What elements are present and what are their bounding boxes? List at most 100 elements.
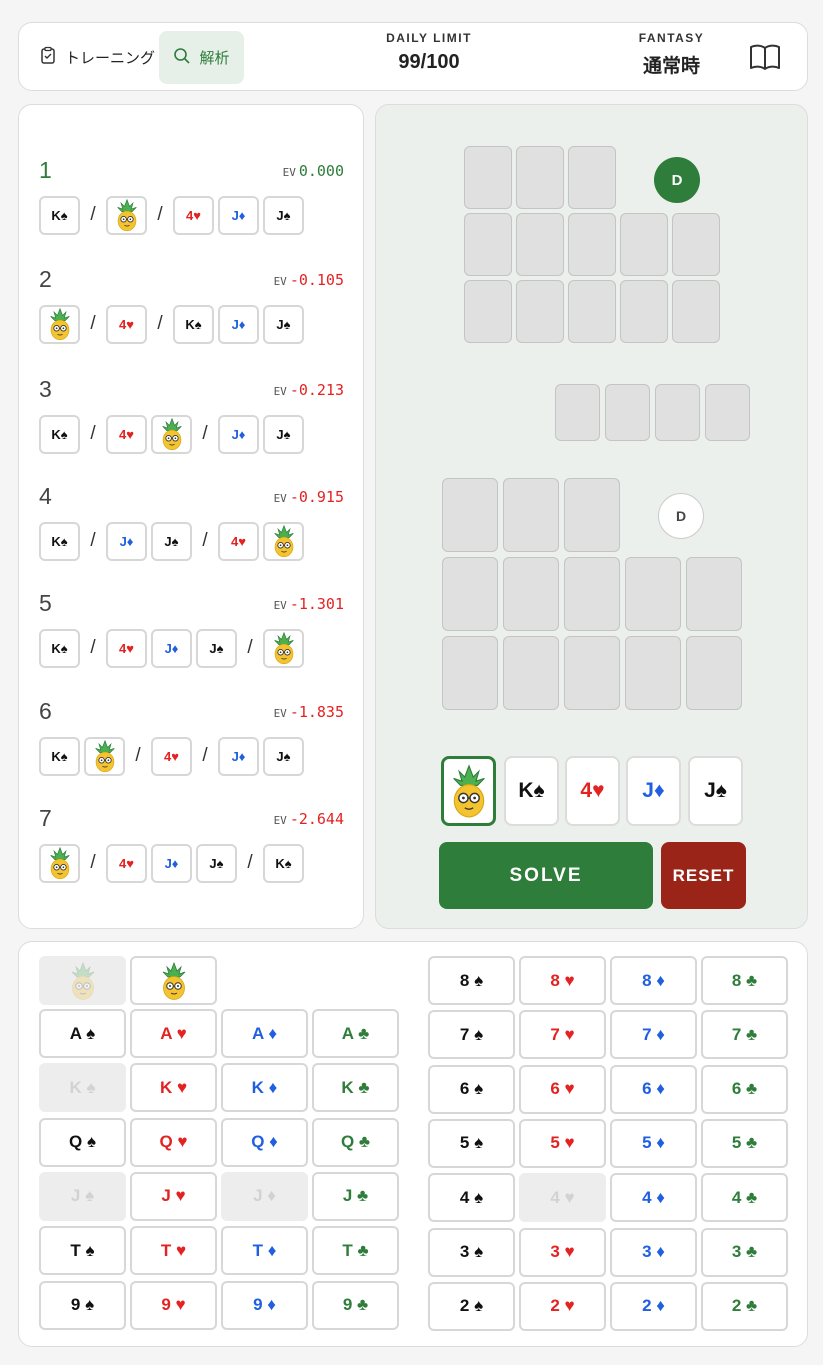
deck-card[interactable]: 5 ♠ xyxy=(428,1118,515,1168)
ev-value: -0.105 xyxy=(289,271,344,289)
deck-card[interactable]: 9 ♣ xyxy=(312,1280,399,1330)
top-player-back-slot[interactable] xyxy=(464,280,512,343)
my-back-slot[interactable] xyxy=(503,636,559,710)
top-player-middle-slot[interactable] xyxy=(672,213,720,276)
top-player-back-slot[interactable] xyxy=(568,280,616,343)
deck-card[interactable]: Q ♥ xyxy=(130,1117,217,1167)
top-player-back-slot[interactable] xyxy=(516,280,564,343)
deck-card[interactable]: K ♣ xyxy=(312,1063,399,1113)
solve-button[interactable]: SOLVE xyxy=(439,842,653,909)
deck-card[interactable]: 5 ♥ xyxy=(519,1118,606,1168)
hand-card-joker[interactable] xyxy=(441,756,496,826)
deck-card[interactable]: 9 ♦ xyxy=(221,1280,308,1330)
deck-card[interactable]: 2 ♦ xyxy=(610,1281,697,1331)
deck-card[interactable]: T ♦ xyxy=(221,1226,308,1276)
top-player-middle-slot[interactable] xyxy=(620,213,668,276)
deck-card[interactable]: A ♣ xyxy=(312,1009,399,1058)
top-player-front-slot[interactable] xyxy=(568,146,616,209)
discard-slot[interactable] xyxy=(655,384,700,441)
solution-row[interactable]: 3 EV -0.213 K♠ / 4♥ / J♦ J♠ xyxy=(39,376,344,466)
deck-card[interactable]: 6 ♦ xyxy=(610,1064,697,1114)
deck-card-label: 3 ♣ xyxy=(731,1242,758,1261)
deck-card[interactable]: Q ♦ xyxy=(221,1117,308,1167)
deck-card[interactable]: 2 ♥ xyxy=(519,1281,606,1331)
deck-card[interactable]: 9 ♠ xyxy=(39,1280,126,1330)
deck-card[interactable]: K ♦ xyxy=(221,1063,308,1113)
my-back-slot[interactable] xyxy=(564,636,620,710)
my-back-slot[interactable] xyxy=(442,636,498,710)
book-icon[interactable] xyxy=(749,43,781,76)
top-player-back-slot[interactable] xyxy=(620,280,668,343)
deck-card[interactable]: 2 ♣ xyxy=(701,1281,788,1331)
deck-card[interactable]: 5 ♦ xyxy=(610,1118,697,1168)
my-middle-slot[interactable] xyxy=(564,557,620,631)
deck-card[interactable]: Q ♠ xyxy=(39,1117,126,1167)
top-player-front-slot[interactable] xyxy=(464,146,512,209)
discard-slot[interactable] xyxy=(555,384,600,441)
deck-card[interactable]: 3 ♠ xyxy=(428,1227,515,1277)
solution-row[interactable]: 4 EV -0.915 K♠ / J♦ J♠ / 4♥ xyxy=(39,483,344,573)
deck-card[interactable]: 5 ♣ xyxy=(701,1118,788,1168)
joker-card-icon xyxy=(84,736,125,776)
deck-card[interactable]: 7 ♣ xyxy=(701,1010,788,1060)
deck-card[interactable]: 6 ♠ xyxy=(428,1064,515,1114)
my-front-slot[interactable] xyxy=(442,478,498,552)
my-front-slot[interactable] xyxy=(564,478,620,552)
discard-slot[interactable] xyxy=(605,384,650,441)
deck-joker-card[interactable] xyxy=(130,956,217,1005)
deck-card[interactable]: A ♠ xyxy=(39,1009,126,1058)
my-back-slot[interactable] xyxy=(686,636,742,710)
solution-row[interactable]: 6 EV -1.835 K♠ / 4♥ / J♦ J♠ xyxy=(39,698,344,788)
my-middle-slot[interactable] xyxy=(442,557,498,631)
deck-card[interactable]: K ♥ xyxy=(130,1063,217,1113)
deck-card[interactable]: 3 ♣ xyxy=(701,1227,788,1277)
deck-card[interactable]: T ♣ xyxy=(312,1226,399,1276)
deck-card[interactable]: Q ♣ xyxy=(312,1117,399,1167)
deck-card[interactable]: A ♥ xyxy=(130,1009,217,1058)
hand-card[interactable]: J♦ xyxy=(626,756,681,826)
deck-card[interactable]: 7 ♠ xyxy=(428,1010,515,1060)
deck-card[interactable]: 8 ♥ xyxy=(519,956,606,1005)
deck-card[interactable]: 8 ♦ xyxy=(610,956,697,1005)
reset-button[interactable]: RESET xyxy=(661,842,746,909)
deck-joker-card xyxy=(39,956,126,1005)
solution-row[interactable]: 5 EV -1.301 K♠ / 4♥ J♦ J♠ / xyxy=(39,590,344,680)
deck-card[interactable]: 4 ♣ xyxy=(701,1173,788,1223)
deck-card[interactable]: T ♠ xyxy=(39,1226,126,1276)
hand-card[interactable]: J♠ xyxy=(688,756,743,826)
my-front-slot[interactable] xyxy=(503,478,559,552)
top-player-front-slot[interactable] xyxy=(516,146,564,209)
deck-card[interactable]: 4 ♦ xyxy=(610,1173,697,1223)
deck-card[interactable]: 7 ♦ xyxy=(610,1010,697,1060)
deck-card[interactable]: 9 ♥ xyxy=(130,1280,217,1330)
deck-card[interactable]: 2 ♠ xyxy=(428,1281,515,1331)
solution-row[interactable]: 2 EV -0.105 / 4♥ / K♠ J♦ J♠ xyxy=(39,266,344,356)
hand-card[interactable]: 4♥ xyxy=(565,756,620,826)
deck-card[interactable]: T ♥ xyxy=(130,1226,217,1276)
deck-card[interactable]: 3 ♦ xyxy=(610,1227,697,1277)
tab-analysis[interactable]: 解析 xyxy=(159,31,244,84)
tab-training[interactable]: トレーニング xyxy=(39,37,155,77)
deck-card[interactable]: 6 ♥ xyxy=(519,1064,606,1114)
my-middle-slot[interactable] xyxy=(625,557,681,631)
solution-row[interactable]: 7 EV -2.644 / 4♥ J♦ J♠ / K♠ xyxy=(39,805,344,895)
my-back-slot[interactable] xyxy=(625,636,681,710)
solution-row[interactable]: 1 EV 0.000 K♠ / / 4♥ J♦ J♠ xyxy=(39,157,344,247)
deck-card[interactable]: 8 ♠ xyxy=(428,956,515,1005)
top-player-middle-slot[interactable] xyxy=(464,213,512,276)
deck-card[interactable]: A ♦ xyxy=(221,1009,308,1058)
deck-card[interactable]: 4 ♠ xyxy=(428,1173,515,1223)
deck-card[interactable]: J ♣ xyxy=(312,1171,399,1221)
top-player-middle-slot[interactable] xyxy=(568,213,616,276)
discard-slot[interactable] xyxy=(705,384,750,441)
deck-card[interactable]: 6 ♣ xyxy=(701,1064,788,1114)
deck-card[interactable]: 3 ♥ xyxy=(519,1227,606,1277)
deck-card[interactable]: 7 ♥ xyxy=(519,1010,606,1060)
hand-card[interactable]: K♠ xyxy=(504,756,559,826)
deck-card[interactable]: 8 ♣ xyxy=(701,956,788,1005)
top-player-middle-slot[interactable] xyxy=(516,213,564,276)
deck-card[interactable]: J ♥ xyxy=(130,1171,217,1221)
my-middle-slot[interactable] xyxy=(503,557,559,631)
top-player-back-slot[interactable] xyxy=(672,280,720,343)
my-middle-slot[interactable] xyxy=(686,557,742,631)
